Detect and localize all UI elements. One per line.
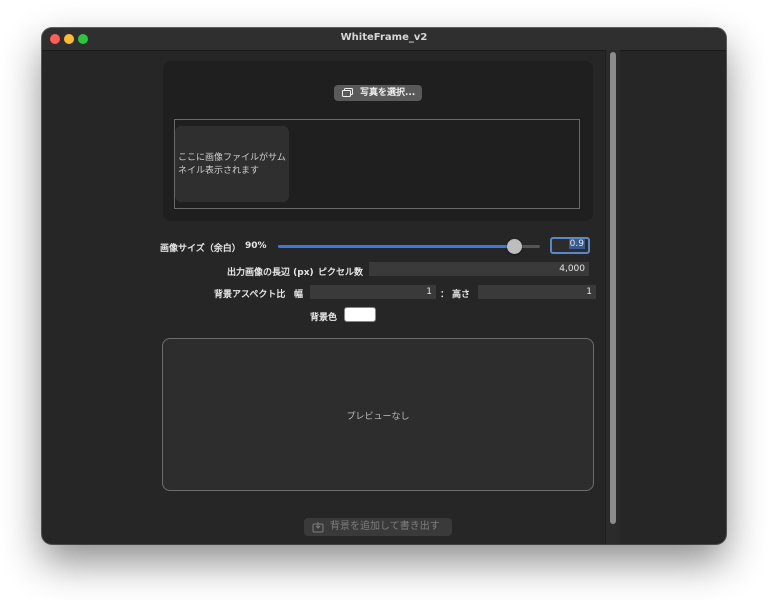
image-size-percent: 90% — [245, 241, 267, 251]
window-title: WhiteFrame_v2 — [340, 32, 428, 43]
slider-knob[interactable] — [506, 239, 522, 254]
export-button[interactable]: 背景を追加して書き出す — [304, 518, 452, 536]
aspect-ratio-label: 背景アスペクト比 — [214, 290, 286, 300]
slider-fill — [278, 245, 514, 248]
preview-empty-text: プレビューなし — [346, 412, 410, 422]
background-color-well[interactable] — [344, 307, 376, 322]
aspect-height-field[interactable]: 1 — [478, 285, 596, 299]
pixel-count-field[interactable]: 4,000 — [369, 262, 589, 276]
image-size-slider[interactable] — [278, 239, 540, 254]
photo-panel: 写真を選択... ここに画像ファイルがサムネイル表示されます — [163, 61, 593, 221]
select-photo-label: 写真を選択... — [360, 88, 416, 98]
pixel-count-label: ピクセル数 — [318, 268, 364, 278]
thumbnail-placeholder: ここに画像ファイルがサムネイル表示されます — [175, 126, 289, 202]
thumbnail-drop-area[interactable]: ここに画像ファイルがサムネイル表示されます — [174, 119, 580, 209]
vertical-scrollbar[interactable] — [605, 50, 620, 544]
title-bar[interactable]: WhiteFrame_v2 — [42, 28, 726, 51]
aspect-width-label: 幅 — [294, 290, 304, 300]
select-photo-button[interactable]: 写真を選択... — [334, 85, 422, 101]
scrollbar-thumb[interactable] — [610, 52, 616, 524]
preview-area: プレビューなし — [162, 338, 594, 491]
aspect-height-label: 高さ — [452, 290, 471, 300]
image-size-label: 画像サイズ（余白） — [160, 244, 241, 254]
aspect-width-field[interactable]: 1 — [310, 285, 436, 299]
app-window: WhiteFrame_v2 写真を選択... ここに画像ファイルがサムネイル表示… — [42, 28, 726, 544]
image-size-value: 0.9 — [568, 239, 585, 249]
aspect-separator: ： — [440, 290, 450, 300]
image-size-value-field[interactable]: 0.9 — [550, 237, 590, 254]
long-side-label: 出力画像の長辺 (px) — [227, 268, 314, 278]
export-label: 背景を追加して書き出す — [330, 521, 440, 532]
photos-icon — [342, 88, 353, 97]
export-icon — [312, 522, 324, 533]
background-color-label: 背景色 — [310, 313, 338, 323]
